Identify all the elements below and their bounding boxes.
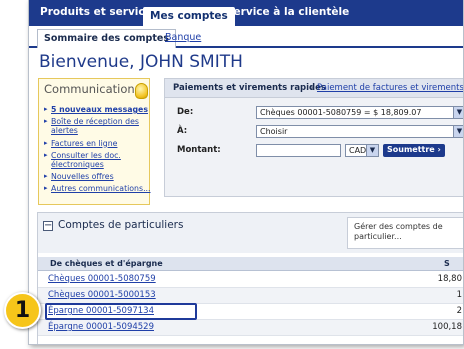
top-navigation: Produits et services Mes comptes Service… bbox=[29, 0, 463, 26]
to-account-select[interactable]: Choisir ▼ bbox=[256, 125, 463, 138]
currency-value: CAD bbox=[349, 146, 367, 155]
link-new-messages[interactable]: 5 nouveaux messages bbox=[44, 105, 152, 114]
link-new-offers[interactable]: Nouvelles offres bbox=[44, 172, 152, 181]
table-row: Épargne 00001-5094529 100,18 bbox=[38, 320, 463, 336]
collapse-icon[interactable]: − bbox=[43, 221, 53, 231]
from-account-select[interactable]: Chèques 00001-5080759 = $ 18,809.07 ▼ bbox=[256, 106, 463, 119]
link-online-bills[interactable]: Factures en ligne bbox=[44, 139, 152, 148]
chevron-down-icon: ▼ bbox=[453, 126, 463, 137]
to-label: À: bbox=[177, 126, 188, 136]
browser-screen: Produits et services Mes comptes Service… bbox=[28, 0, 464, 345]
sub-navigation: Sommaire des comptes Banque bbox=[29, 26, 463, 48]
tab-account-summary[interactable]: Sommaire des comptes bbox=[37, 29, 176, 48]
link-electronic-docs[interactable]: Consulter les doc. électroniques bbox=[44, 151, 152, 169]
account-balance: 1 bbox=[456, 290, 462, 300]
account-link[interactable]: Chèques 00001-5000153 bbox=[48, 290, 156, 300]
nav-customer-service[interactable]: Service à la clientèle bbox=[219, 0, 356, 26]
link-other-communications[interactable]: Autres communications... bbox=[44, 184, 152, 193]
chevron-right-icon: › bbox=[310, 83, 314, 92]
from-account-value: Chèques 00001-5080759 = $ 18,809.07 bbox=[260, 108, 422, 117]
chevron-down-icon: ▼ bbox=[366, 145, 378, 156]
bill-payment-link[interactable]: Paiement de factures et virements de bbox=[317, 83, 463, 93]
account-link[interactable]: Chèques 00001-5080759 bbox=[48, 274, 156, 284]
account-balance: 100,18 bbox=[432, 322, 462, 332]
communications-title: Communications bbox=[44, 82, 141, 96]
tab-banking[interactable]: Banque bbox=[159, 29, 207, 48]
quick-payments-panel: Paiements et virements rapides › Paiemen… bbox=[164, 78, 463, 197]
table-header-balance: S bbox=[444, 259, 450, 268]
page-title: Bienvenue, JOHN SMITH bbox=[39, 52, 243, 72]
amount-input[interactable] bbox=[256, 144, 341, 157]
quick-payments-header: Paiements et virements rapides › Paiemen… bbox=[165, 79, 463, 98]
accounts-header: − Comptes de particuliers Gérer des comp… bbox=[38, 213, 463, 253]
communications-list: 5 nouveaux messages Boîte de réception d… bbox=[44, 105, 152, 197]
to-account-value: Choisir bbox=[260, 127, 288, 136]
manage-accounts-link[interactable]: Gérer des comptes de particulier... bbox=[347, 217, 463, 249]
highlight-frame bbox=[45, 303, 197, 320]
accounts-title: Comptes de particuliers bbox=[58, 219, 184, 231]
submit-button[interactable]: Soumettre › bbox=[383, 144, 445, 157]
table-header-accounts: De chèques et d'épargne bbox=[50, 259, 163, 268]
account-link[interactable]: Épargne 00001-5094529 bbox=[48, 322, 154, 332]
account-balance: 18,80 bbox=[437, 274, 462, 284]
lightbulb-icon bbox=[135, 83, 148, 99]
from-label: De: bbox=[177, 107, 194, 117]
table-row: Chèques 00001-5000153 1 bbox=[38, 288, 463, 304]
quick-payments-title: Paiements et virements rapides bbox=[173, 83, 326, 93]
table-row: Chèques 00001-5080759 18,80 bbox=[38, 272, 463, 288]
currency-select[interactable]: CAD ▼ bbox=[345, 144, 379, 157]
callout-badge: 1 bbox=[4, 292, 41, 329]
amount-label: Montant: bbox=[177, 145, 221, 155]
personal-accounts-section: − Comptes de particuliers Gérer des comp… bbox=[37, 212, 463, 344]
link-alerts-inbox[interactable]: Boîte de réception des alertes bbox=[44, 117, 152, 135]
account-balance: 2 bbox=[456, 306, 462, 316]
chevron-down-icon: ▼ bbox=[453, 107, 463, 118]
table-header: De chèques et d'épargne S bbox=[38, 257, 463, 271]
communications-panel: Communications 5 nouveaux messages Boîte… bbox=[38, 78, 152, 205]
